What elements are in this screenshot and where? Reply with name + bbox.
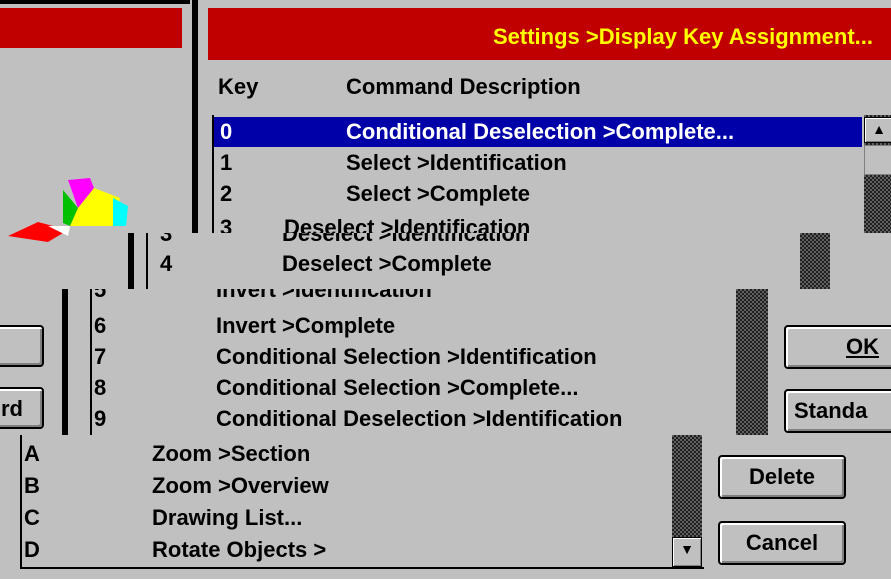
row-key: 1	[220, 150, 233, 175]
row-key: 3	[220, 215, 233, 233]
list-item[interactable]: 1 Select >Identification	[214, 148, 862, 178]
row-command: Conditional Deselection >Identification	[216, 406, 623, 431]
row-command: Select >Complete	[346, 181, 531, 206]
scrollbar-thumb[interactable]	[864, 145, 891, 175]
row-key: 8	[94, 375, 107, 400]
list-item[interactable]: 6 Invert >Complete	[94, 311, 734, 341]
row-key: 9	[94, 406, 107, 431]
ok-button-label: OK	[846, 334, 879, 359]
row-command: Rotate Objects >	[152, 537, 327, 562]
list-strip-lower: rd 5 Invert >Identification 6 Invert >Co…	[0, 289, 891, 435]
list-item-partial[interactable]: 3 Deselect >Identification	[150, 233, 790, 249]
cancel-button[interactable]: Cancel	[718, 521, 846, 565]
row-command: Conditional Selection >Complete...	[216, 375, 579, 400]
row-key: 6	[94, 313, 107, 338]
row-key: A	[24, 441, 40, 466]
list-border	[62, 289, 68, 435]
row-key: 3	[160, 233, 173, 246]
row-command: Conditional Selection >Identification	[216, 344, 597, 369]
row-key: D	[24, 537, 40, 562]
dialog-titlebar: Settings >Display Key Assignment...	[208, 8, 891, 60]
scroll-up-button[interactable]: ▲	[864, 117, 891, 143]
row-key: 2	[220, 181, 233, 206]
ok-button[interactable]: OK	[784, 325, 891, 369]
list-item[interactable]: A Zoom >Section	[24, 439, 664, 469]
list-item[interactable]: 2 Select >Complete	[214, 179, 862, 209]
list-strip-middle: 3 Deselect >Identification 4 Deselect >C…	[128, 233, 848, 289]
delete-button[interactable]: Delete	[718, 455, 846, 499]
row-key: C	[24, 505, 40, 530]
list-item[interactable]: D Rotate Objects >	[24, 535, 664, 565]
row-command: Invert >Complete	[216, 313, 396, 338]
delete-button-label: Delete	[748, 464, 816, 489]
row-key: B	[24, 473, 40, 498]
list-item[interactable]: 8 Conditional Selection >Complete...	[94, 373, 734, 403]
row-key: 7	[94, 344, 107, 369]
row-command: Deselect >Identification	[282, 233, 529, 246]
standard-button[interactable]: Standa	[784, 389, 891, 433]
row-command: Zoom >Section	[152, 441, 311, 466]
list-item[interactable]: 7 Conditional Selection >Identification	[94, 342, 734, 372]
row-command: Invert >Identification	[216, 289, 432, 302]
left-partial-button-label: rd	[1, 396, 23, 421]
3d-object-icon	[8, 178, 128, 242]
row-key: 5	[94, 289, 107, 302]
list-item-partial[interactable]: 5 Invert >Identification	[94, 289, 734, 305]
list-item[interactable]: B Zoom >Overview	[24, 471, 664, 501]
list-border	[128, 233, 134, 289]
row-command: Deselect >Complete	[282, 251, 492, 276]
list-bottom-border	[20, 567, 704, 569]
left-partial-button-2[interactable]: rd	[0, 387, 44, 429]
row-command: Zoom >Overview	[152, 473, 329, 498]
list-item[interactable]: 4 Deselect >Complete	[150, 249, 790, 279]
list-item-selected[interactable]: 0 Conditional Deselection >Complete...	[214, 117, 862, 147]
list-strip-top: 0 Conditional Deselection >Complete... 1…	[212, 115, 891, 233]
list-item[interactable]: C Drawing List...	[24, 503, 664, 533]
list-item-partial[interactable]: 3 Deselect >Identification	[214, 213, 862, 233]
list-border	[146, 233, 148, 289]
scroll-down-button[interactable]: ▼	[672, 537, 702, 567]
column-header-key: Key	[218, 74, 259, 99]
left-window-titlebar	[0, 8, 182, 48]
arrow-up-icon: ▲	[872, 121, 886, 137]
standard-button-label: Standa	[794, 398, 868, 423]
row-key: 4	[160, 251, 173, 276]
row-command: Drawing List...	[152, 505, 303, 530]
list-border	[90, 289, 92, 435]
row-command: Conditional Deselection >Complete...	[346, 119, 735, 144]
dialog-title: Settings >Display Key Assignment...	[492, 24, 873, 49]
column-header-command: Command Description	[346, 74, 581, 99]
row-command: Deselect >Identification	[284, 215, 531, 233]
window-divider	[192, 0, 198, 235]
row-command: Select >Identification	[346, 150, 567, 175]
left-partial-button[interactable]	[0, 325, 44, 367]
scrollbar-track[interactable]	[736, 289, 768, 435]
list-border	[20, 435, 22, 567]
cancel-button-label: Cancel	[745, 530, 819, 555]
left-window-frame	[0, 0, 190, 4]
row-key: 0	[220, 119, 233, 144]
arrow-down-icon: ▼	[680, 541, 694, 557]
list-strip-bottom: A Zoom >Section B Zoom >Overview C Drawi…	[0, 435, 891, 579]
scrollbar-track[interactable]	[800, 233, 830, 289]
list-item[interactable]: 9 Conditional Deselection >Identificatio…	[94, 404, 734, 434]
